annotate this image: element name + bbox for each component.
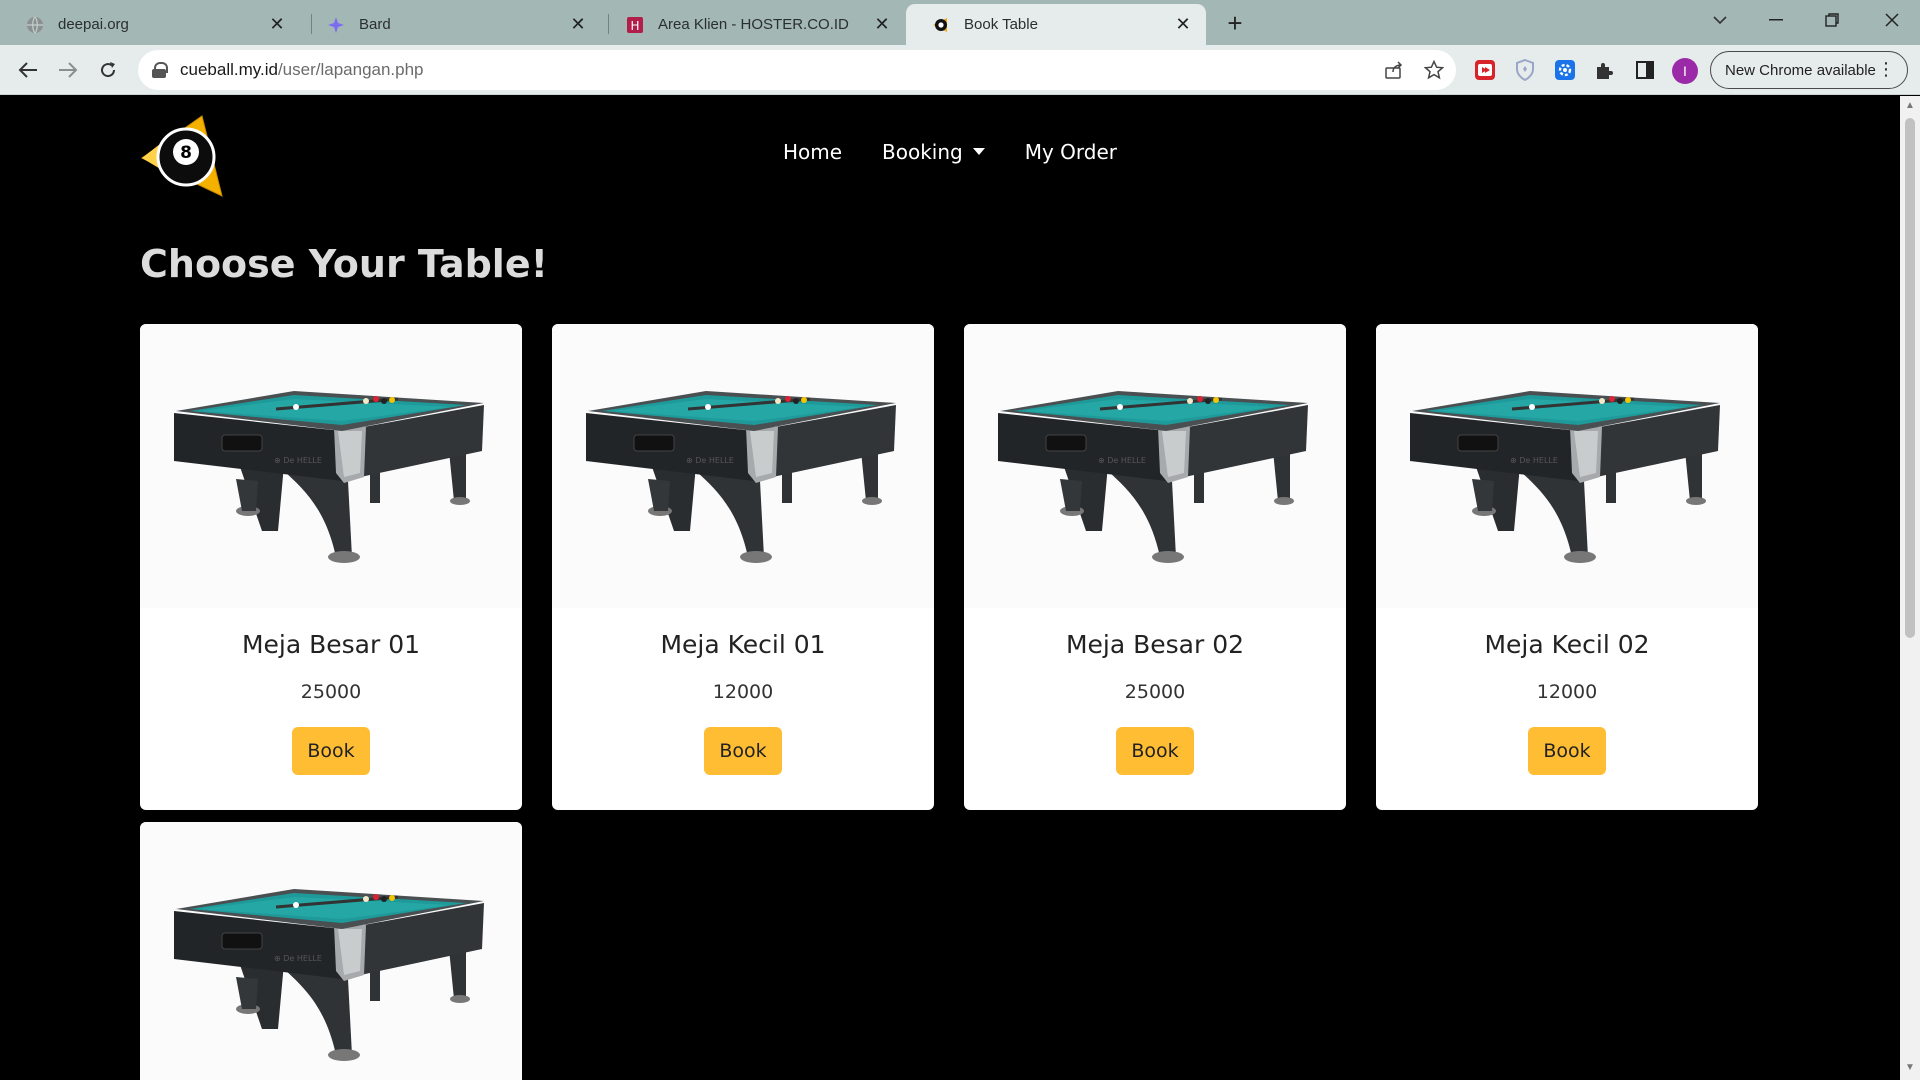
table-price: 25000	[1124, 681, 1186, 703]
caret-down-icon	[972, 148, 985, 155]
tab-title: Book Table	[964, 16, 1038, 33]
profile-avatar[interactable]: I	[1672, 58, 1698, 84]
book-button-wrap: Book	[1376, 727, 1758, 775]
nav-home[interactable]: Home	[783, 140, 842, 164]
table-name: Meja Besar 01	[241, 630, 421, 659]
pool-table-image: ⊕ De HELLE	[552, 324, 934, 608]
side-panel-icon[interactable]	[1632, 57, 1658, 83]
book-button[interactable]: Book	[704, 727, 782, 775]
table-name: Meja Kecil 02	[1484, 630, 1650, 659]
table-name: Meja Besar 02	[1065, 630, 1245, 659]
tab-book-table[interactable]: Book Table ✕	[906, 4, 1206, 45]
close-icon[interactable]: ✕	[567, 14, 589, 36]
shield-extension-icon[interactable]	[1512, 57, 1538, 83]
scroll-up-arrow-icon[interactable]: ▲	[1904, 100, 1916, 112]
eight-ball-icon	[932, 16, 950, 34]
page-title: Choose Your Table!	[140, 242, 548, 286]
back-button[interactable]	[12, 54, 44, 86]
svg-text:⊕ De HELLE: ⊕ De HELLE	[274, 954, 322, 963]
tab-title: deepai.org	[58, 16, 129, 33]
media-extension-icon[interactable]	[1472, 57, 1498, 83]
hoster-icon: H	[626, 16, 644, 34]
table-card-4: ⊕ De HELLE Meja Kecil 02 12000 Book	[1376, 324, 1758, 810]
pool-table-image: ⊕ De HELLE	[140, 324, 522, 608]
tab-title: Bard	[359, 16, 391, 33]
table-price: 25000	[300, 681, 362, 703]
gear-extension-icon[interactable]	[1552, 57, 1578, 83]
nav-my-order[interactable]: My Order	[1025, 140, 1117, 164]
site-navbar: Home Booking My Order	[0, 140, 1900, 164]
pool-table-image: ⊕ De HELLE	[1376, 324, 1758, 608]
web-page: 8 Home Booking My Order Choose Your Tabl…	[0, 96, 1900, 1080]
book-button[interactable]: Book	[1116, 727, 1194, 775]
tab-deepai[interactable]: deepai.org ✕	[0, 4, 300, 45]
svg-text:H: H	[630, 19, 639, 33]
restore-button[interactable]	[1804, 0, 1860, 40]
table-price: 12000	[1536, 681, 1598, 703]
pool-table-image: ⊕ De HELLE	[140, 822, 522, 1080]
svg-text:⊕ De HELLE: ⊕ De HELLE	[1510, 456, 1558, 465]
browser-tab-strip: deepai.org ✕ Bard ✕ H Area Klien - HOSTE…	[0, 0, 1920, 45]
book-button-wrap: Book	[552, 727, 934, 775]
tab-title: Area Klien - HOSTER.CO.ID	[658, 16, 849, 33]
tab-bard[interactable]: Bard ✕	[301, 4, 601, 45]
forward-button[interactable]	[52, 54, 84, 86]
url-text: cueball.my.id/user/lapangan.php	[180, 60, 424, 79]
puzzle-extensions-icon[interactable]	[1592, 57, 1618, 83]
close-icon[interactable]: ✕	[871, 14, 893, 36]
globe-icon	[26, 16, 44, 34]
new-tab-button[interactable]: +	[1220, 8, 1250, 38]
nav-booking-label: Booking	[882, 140, 963, 164]
reload-button[interactable]	[92, 54, 124, 86]
close-icon[interactable]: ✕	[266, 14, 288, 36]
table-card-1: ⊕ De HELLE Meja Besar 01 25000 Book	[140, 324, 522, 810]
bookmark-star-icon[interactable]	[1422, 58, 1446, 82]
book-button[interactable]: Book	[292, 727, 370, 775]
close-window-button[interactable]	[1864, 0, 1920, 40]
book-button[interactable]: Book	[1528, 727, 1606, 775]
book-button-wrap: Book	[140, 727, 522, 775]
chrome-update-button[interactable]: New Chrome available ⋮	[1710, 51, 1908, 89]
pool-table-image: ⊕ De HELLE	[964, 324, 1346, 608]
tab-hoster[interactable]: H Area Klien - HOSTER.CO.ID ✕	[600, 4, 905, 45]
svg-text:⊕ De HELLE: ⊕ De HELLE	[686, 456, 734, 465]
table-card-3: ⊕ De HELLE Meja Besar 02 25000 Book	[964, 324, 1346, 810]
book-button-wrap: Book	[964, 727, 1346, 775]
lock-icon[interactable]	[152, 62, 168, 78]
tab-search-icon[interactable]	[1692, 0, 1748, 40]
update-label: New Chrome available	[1725, 61, 1876, 79]
close-icon[interactable]: ✕	[1172, 14, 1194, 36]
svg-text:⊕ De HELLE: ⊕ De HELLE	[274, 456, 322, 465]
table-price: 12000	[712, 681, 774, 703]
table-name: Meja Kecil 01	[660, 630, 826, 659]
scroll-thumb[interactable]	[1905, 118, 1915, 638]
address-bar[interactable]: cueball.my.id/user/lapangan.php	[138, 50, 1456, 90]
bard-sparkle-icon	[327, 16, 345, 34]
browser-toolbar: cueball.my.id/user/lapangan.php I New Ch…	[0, 45, 1920, 95]
share-icon[interactable]	[1382, 58, 1406, 82]
table-card-2: ⊕ De HELLE Meja Kecil 01 12000 Book	[552, 324, 934, 810]
svg-text:⊕ De HELLE: ⊕ De HELLE	[1098, 456, 1146, 465]
nav-booking-dropdown[interactable]: Booking	[882, 140, 985, 164]
page-scrollbar[interactable]: ▲ ▼	[1900, 96, 1920, 1080]
minimize-button[interactable]	[1748, 0, 1804, 40]
table-card-5: ⊕ De HELLE	[140, 822, 522, 1080]
kebab-menu-icon[interactable]: ⋮	[1877, 60, 1895, 78]
scroll-down-arrow-icon[interactable]: ▼	[1904, 1062, 1916, 1074]
